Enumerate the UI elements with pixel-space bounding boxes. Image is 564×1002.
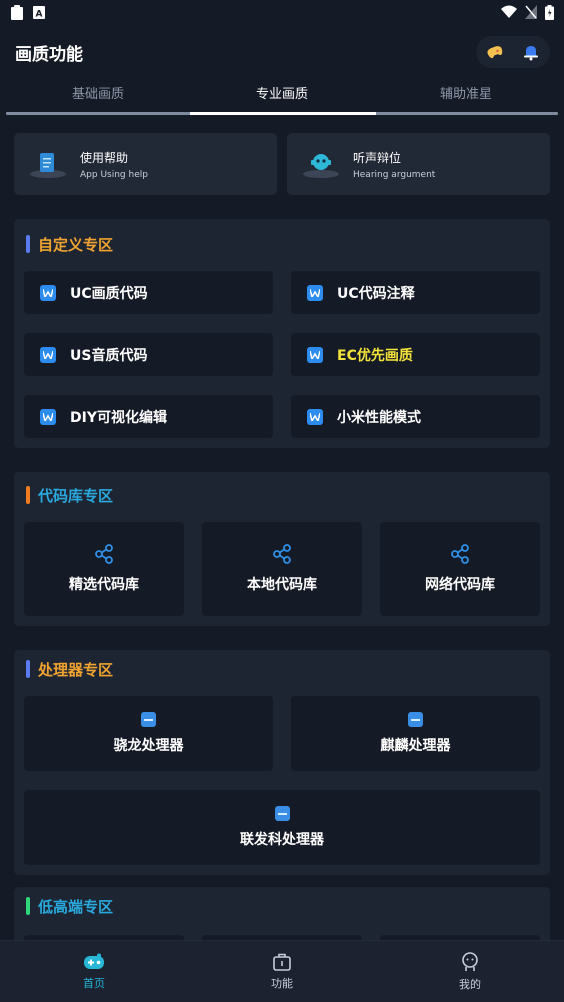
clipboard-icon: [11, 4, 23, 20]
nav-home[interactable]: 首页: [0, 941, 188, 1002]
help-card-subtitle: App Using help: [80, 169, 148, 180]
snapdragon-button[interactable]: 骁龙处理器: [24, 696, 273, 771]
nav-profile[interactable]: 我的: [376, 941, 564, 1002]
status-bar: A: [0, 0, 564, 24]
button-label: 麒麟处理器: [380, 738, 451, 754]
nav-label: 首页: [83, 976, 105, 990]
gamepad-icon: [487, 46, 503, 59]
gamepad-icon: [84, 953, 104, 969]
button-label: 精选代码库: [69, 577, 139, 593]
help-card-title: 使用帮助: [80, 150, 129, 165]
hearing-argument-card[interactable]: 听声辩位 Hearing argument: [287, 133, 550, 195]
game-mode-button[interactable]: [484, 41, 506, 63]
uc-code-comment-button[interactable]: UC代码注释: [291, 271, 540, 314]
section-title: 低高端专区: [38, 897, 114, 916]
custom-grid: UC画质代码 UC代码注释 US音质代码 EC优先画质 DIY可视化编辑 小米性…: [24, 271, 540, 438]
nav-label: 功能: [271, 976, 293, 990]
processor-section: 处理器专区 骁龙处理器 麒麟处理器 联发科处理器: [14, 650, 550, 875]
tab-indicator: [190, 112, 376, 115]
uc-quality-code-button[interactable]: UC画质代码: [24, 271, 273, 314]
page-title: 画质功能: [15, 44, 83, 65]
custom-section: 自定义专区 UC画质代码 UC代码注释 US音质代码 EC优先画质 DIY可视化…: [14, 219, 550, 448]
robot-device-icon: [303, 154, 339, 178]
button-label: DIY可视化编辑: [70, 409, 167, 426]
w-doc-icon: [307, 284, 323, 301]
help-card-subtitle: Hearing argument: [353, 169, 436, 180]
lowhigh-section: 低高端专区: [14, 887, 550, 955]
section-header: 代码库专区: [24, 476, 540, 514]
chip-icon: [408, 712, 423, 727]
font-a-icon: A: [33, 5, 45, 19]
bell-icon: [524, 46, 538, 61]
processor-grid: 骁龙处理器 麒麟处理器 联发科处理器: [24, 696, 540, 865]
ec-priority-quality-button[interactable]: EC优先画质: [291, 333, 540, 376]
battery-icon: [545, 4, 554, 20]
codelib-section: 代码库专区 精选代码库 本地代码库 网络代码库: [14, 472, 550, 626]
section-header: 低高端专区: [24, 887, 540, 925]
kirin-button[interactable]: 麒麟处理器: [291, 696, 540, 771]
chip-icon: [141, 712, 156, 727]
section-bar: [26, 486, 30, 504]
share-icon: [273, 544, 291, 564]
button-label: EC优先画质: [337, 347, 413, 364]
share-icon: [451, 544, 469, 564]
profile-icon: [462, 951, 478, 971]
appbar-actions: [476, 36, 550, 68]
nav-functions[interactable]: 功能: [188, 941, 376, 1002]
section-header: 处理器专区: [24, 650, 540, 688]
w-doc-icon: [307, 346, 323, 363]
section-bar: [26, 660, 30, 678]
notification-button[interactable]: [520, 41, 542, 63]
no-signal-icon: [525, 5, 537, 19]
button-label: 联发科处理器: [240, 832, 324, 848]
button-label: US音质代码: [70, 347, 148, 364]
main-content: 使用帮助 App Using help 听声辩位 Hearing argumen…: [14, 133, 550, 875]
help-card-title: 听声辩位: [353, 150, 402, 165]
share-icon: [95, 544, 113, 564]
section-header: 自定义专区: [24, 225, 540, 263]
diy-visual-edit-button[interactable]: DIY可视化编辑: [24, 395, 273, 438]
section-title: 自定义专区: [38, 235, 114, 254]
help-row: 使用帮助 App Using help 听声辩位 Hearing argumen…: [14, 133, 550, 195]
section-title: 代码库专区: [38, 486, 114, 505]
section-bar: [26, 897, 30, 915]
button-label: 网络代码库: [425, 577, 495, 593]
section-title: 处理器专区: [38, 660, 114, 679]
button-label: UC代码注释: [337, 285, 415, 302]
button-label: UC画质代码: [70, 285, 148, 302]
button-label: 骁龙处理器: [113, 738, 184, 754]
usage-help-card[interactable]: 使用帮助 App Using help: [14, 133, 277, 195]
w-doc-icon: [40, 408, 56, 425]
w-doc-icon: [40, 346, 56, 363]
w-doc-icon: [307, 408, 323, 425]
toolbox-icon: [273, 953, 291, 971]
chip-icon: [274, 806, 290, 821]
document-device-icon: [30, 153, 66, 178]
section-bar: [26, 235, 30, 253]
local-library-button[interactable]: 本地代码库: [202, 522, 362, 616]
button-label: 小米性能模式: [337, 409, 421, 426]
xiaomi-performance-button[interactable]: 小米性能模式: [291, 395, 540, 438]
button-label: 本地代码库: [247, 577, 317, 593]
wifi-icon: [501, 5, 517, 18]
nav-label: 我的: [459, 977, 481, 991]
bottom-nav: 首页 功能 我的: [0, 940, 564, 1002]
us-audio-code-button[interactable]: US音质代码: [24, 333, 273, 376]
network-library-button[interactable]: 网络代码库: [380, 522, 540, 616]
featured-library-button[interactable]: 精选代码库: [24, 522, 184, 616]
codelib-grid: 精选代码库 本地代码库 网络代码库: [24, 522, 540, 616]
svg-text:A: A: [36, 9, 43, 19]
app-bar: 画质功能: [0, 24, 564, 80]
mediatek-button[interactable]: 联发科处理器: [24, 790, 540, 865]
w-doc-icon: [40, 284, 56, 301]
